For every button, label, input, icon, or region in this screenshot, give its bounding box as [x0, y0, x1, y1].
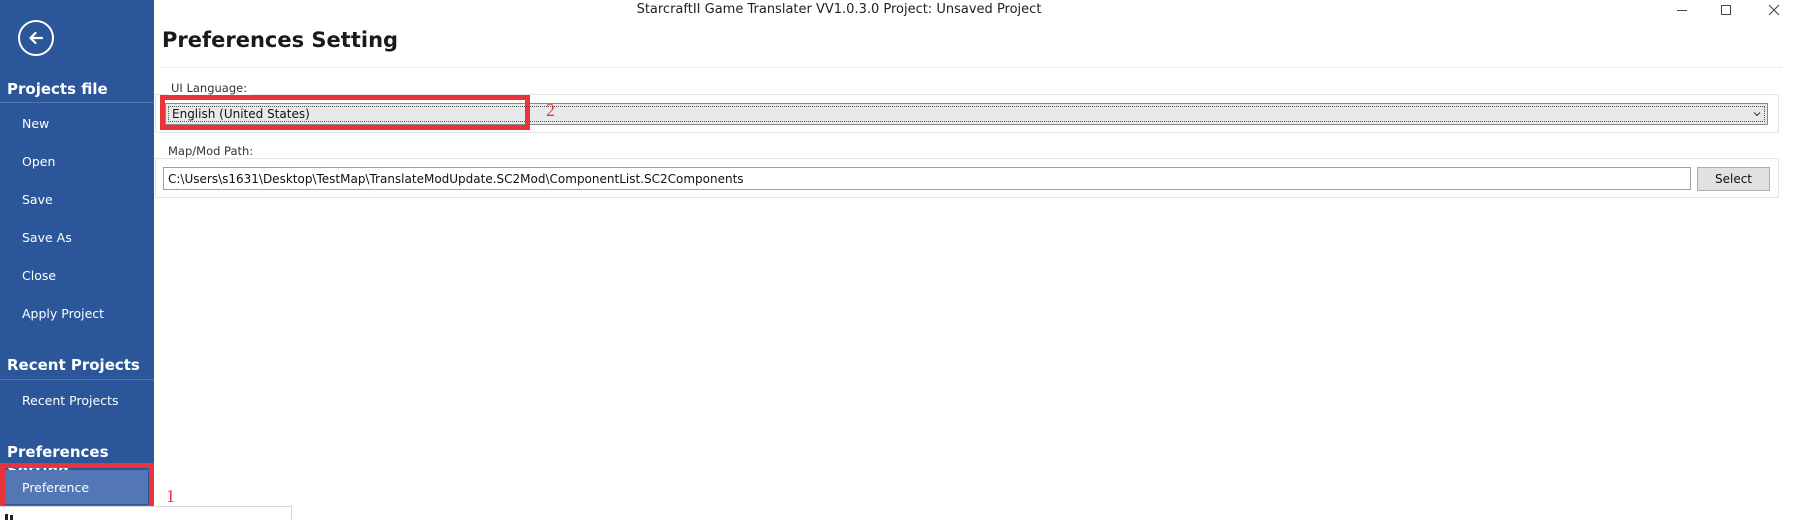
section-title-recent-projects: Recent Projects: [7, 356, 140, 374]
nav-item-new[interactable]: New: [22, 116, 49, 131]
close-icon: [1768, 4, 1780, 16]
annotation-number-1: 1: [166, 486, 175, 506]
chevron-down-icon: [1753, 112, 1761, 117]
minimize-icon: [1677, 10, 1687, 11]
section-divider: [0, 102, 154, 103]
popup-panel-edge: [0, 506, 292, 520]
nav-item-recent-projects[interactable]: Recent Projects: [22, 393, 118, 408]
minimize-button[interactable]: [1660, 0, 1704, 20]
nav-item-save[interactable]: Save: [22, 192, 53, 207]
map-path-label: Map/Mod Path:: [164, 144, 258, 158]
nav-item-save-as[interactable]: Save As: [22, 230, 72, 245]
map-path-input[interactable]: C:\Users\s1631\Desktop\TestMap\Translate…: [163, 167, 1691, 190]
sidebar: Projects file New Open Save Save As Clos…: [0, 0, 154, 520]
maximize-button[interactable]: [1704, 0, 1748, 20]
ui-language-label: UI Language:: [167, 81, 252, 95]
nav-item-open[interactable]: Open: [22, 154, 55, 169]
nav-item-apply-project[interactable]: Apply Project: [22, 306, 104, 321]
close-window-button[interactable]: [1752, 0, 1796, 20]
arrow-left-icon: [29, 31, 44, 45]
section-title-projects-file: Projects file: [7, 80, 108, 98]
window-title: StarcraftII Game Translater VV1.0.3.0 Pr…: [636, 2, 1042, 17]
select-button[interactable]: Select: [1697, 167, 1770, 191]
nav-item-close[interactable]: Close: [22, 268, 56, 283]
cut-off-glyph: [5, 514, 13, 520]
maximize-icon: [1721, 5, 1731, 15]
back-button[interactable]: [18, 20, 54, 56]
annotation-box-2: [160, 95, 530, 130]
page-title: Preferences Setting: [162, 28, 399, 52]
annotation-box-1: [0, 463, 154, 510]
annotation-number-2: 2: [546, 100, 555, 120]
title-divider: [162, 67, 1782, 68]
map-path-value: C:\Users\s1631\Desktop\TestMap\Translate…: [168, 172, 744, 186]
section-divider: [0, 379, 154, 380]
